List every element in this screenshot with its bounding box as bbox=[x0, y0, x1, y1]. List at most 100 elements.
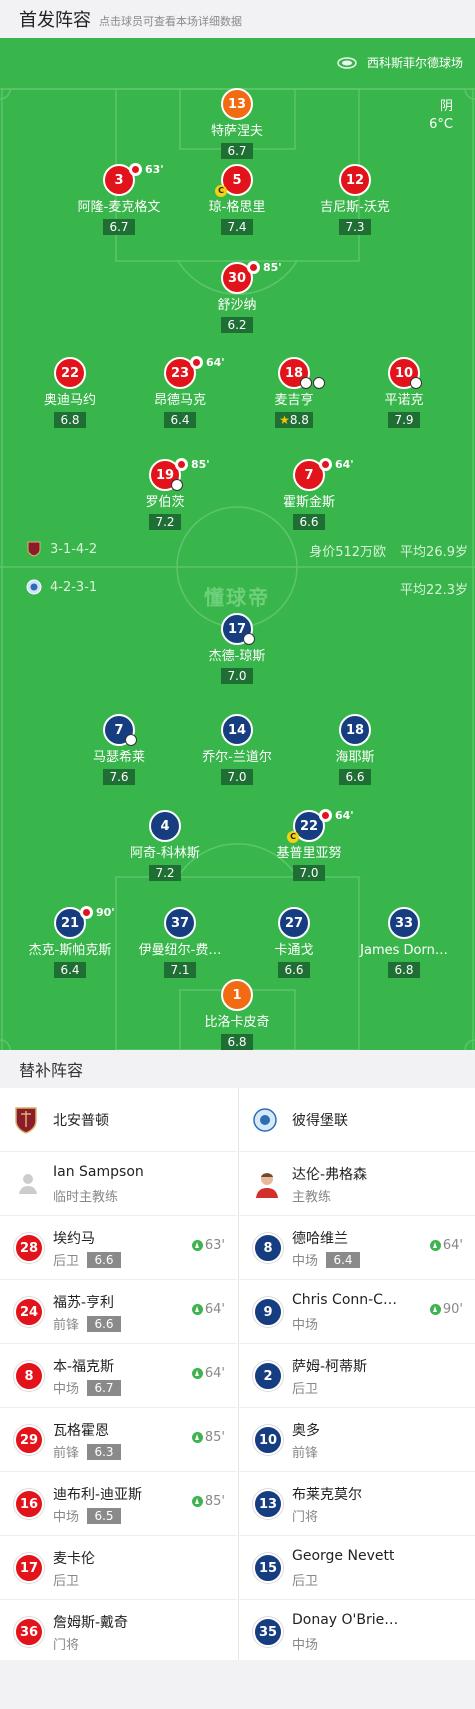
away-player-7[interactable]: 7 马瑟希莱 7.6 bbox=[59, 714, 179, 785]
player-name: 福苏-亨利 bbox=[53, 1295, 115, 1311]
away-player-18[interactable]: 18 海耶斯 6.6 bbox=[295, 714, 415, 785]
player-number-badge: 10 bbox=[253, 1425, 283, 1455]
home-player-13[interactable]: 13 特萨涅夫 6.7 bbox=[177, 88, 297, 159]
player-number-badge: 27 bbox=[278, 907, 310, 939]
away-player-37[interactable]: 37 伊曼纽尔-费… 7.1 bbox=[120, 907, 240, 978]
player-number-badge: 36 bbox=[14, 1617, 44, 1647]
home-formation: 3-1-4-2 bbox=[50, 541, 98, 557]
player-rating: 6.5 bbox=[87, 1507, 122, 1524]
away-bench-player[interactable]: 35 Donay O'Brie… 中场 bbox=[239, 1600, 475, 1664]
player-name: 特萨涅夫 bbox=[210, 124, 263, 139]
player-name: 迪布利-迪亚斯 bbox=[53, 1487, 143, 1503]
home-player-18[interactable]: 18 麦吉亨 ★8.8 bbox=[234, 357, 354, 428]
player-rating: 6.7 bbox=[103, 219, 135, 235]
away-bench: 彼得堡联 达伦-弗格森 主教练 8 德哈维兰 中场 6.4 64' 9 Chris… bbox=[238, 1088, 475, 1660]
home-bench-player[interactable]: 17 麦卡伦 后卫 bbox=[0, 1536, 237, 1600]
goal-ball-icon bbox=[125, 734, 137, 746]
home-bench-player[interactable]: 28 埃约马 后卫 6.6 63' bbox=[0, 1216, 237, 1280]
away-player-33[interactable]: 33 James Dorn… 6.8 bbox=[344, 907, 464, 978]
home-bench-player[interactable]: 36 詹姆斯-戴奇 门将 bbox=[0, 1600, 237, 1664]
away-bench-player[interactable]: 15 George Nevett 后卫 bbox=[239, 1536, 475, 1600]
player-number-badge: 18 bbox=[339, 714, 371, 746]
away-coach[interactable]: 达伦-弗格森 主教练 bbox=[239, 1152, 475, 1216]
sub-off-icon bbox=[80, 906, 93, 919]
away-player-21[interactable]: 21 90' 杰克-斯帕克斯 6.4 bbox=[10, 906, 130, 978]
player-name: 马瑟希莱 bbox=[92, 750, 145, 765]
home-bench-player[interactable]: 8 本-福克斯 中场 6.7 64' bbox=[0, 1344, 237, 1408]
home-bench-player[interactable]: 24 福苏-亨利 前锋 6.6 64' bbox=[0, 1280, 237, 1344]
player-rating: 7.9 bbox=[388, 412, 420, 428]
player-name: 詹姆斯-戴奇 bbox=[53, 1615, 129, 1631]
home-player-19[interactable]: 19 85' 罗伯茨 7.2 bbox=[105, 458, 225, 530]
player-number-badge: 37 bbox=[164, 907, 196, 939]
player-name: 比洛卡皮奇 bbox=[204, 1015, 270, 1030]
home-player-12[interactable]: 12 吉尼斯-沃克 7.3 bbox=[295, 164, 415, 235]
home-player-10[interactable]: 10 平诺克 7.9 bbox=[344, 357, 464, 428]
player-rating: 6.7 bbox=[221, 143, 253, 159]
away-formation: 4-2-3-1 bbox=[50, 579, 98, 595]
away-player-1[interactable]: 1 比洛卡皮奇 6.8 bbox=[177, 979, 297, 1050]
stadium-name: 西科斯菲尔德球场 bbox=[366, 56, 463, 70]
home-avg-age: 平均26.9岁 bbox=[400, 545, 468, 560]
home-player-7[interactable]: 7 64' 霍斯金斯 6.6 bbox=[249, 458, 369, 530]
home-bench-player[interactable]: 29 瓦格霍恩 前锋 6.3 85' bbox=[0, 1408, 237, 1472]
home-player-23[interactable]: 23 64' 昂德马克 6.4 bbox=[120, 356, 240, 428]
away-bench-player[interactable]: 2 萨姆-柯蒂斯 后卫 bbox=[239, 1344, 475, 1408]
home-player-22[interactable]: 22 奥迪马约 6.8 bbox=[10, 357, 130, 428]
player-name: 卡通戈 bbox=[274, 943, 314, 958]
player-rating: 7.0 bbox=[221, 668, 253, 684]
home-coach[interactable]: Ian Sampson 临时主教练 bbox=[0, 1152, 237, 1216]
player-name: Chris Conn-C… bbox=[292, 1292, 397, 1308]
away-player-4[interactable]: 4 阿奇-科林斯 7.2 bbox=[105, 810, 225, 881]
player-name: 埃约马 bbox=[53, 1231, 95, 1247]
home-player-3[interactable]: 3 63' 阿隆-麦克格文 6.7 bbox=[59, 163, 179, 235]
sub-on-minute: 85' bbox=[191, 1494, 225, 1509]
away-avg-age: 平均22.3岁 bbox=[400, 583, 468, 598]
away-player-27[interactable]: 27 卡通戈 6.6 bbox=[234, 907, 354, 978]
player-name: 平诺克 bbox=[384, 393, 424, 408]
sub-off-indicator: 64' bbox=[319, 809, 354, 822]
away-player-17[interactable]: 17 杰德-琼斯 7.0 bbox=[177, 613, 297, 684]
player-name: 吉尼斯-沃克 bbox=[320, 200, 390, 215]
player-number-badge: 7 64' bbox=[293, 458, 354, 491]
away-team-info: 4-2-3-1 平均22.3岁 bbox=[0, 579, 475, 601]
away-bench-team[interactable]: 彼得堡联 bbox=[239, 1088, 475, 1152]
player-number-badge: 29 bbox=[14, 1425, 44, 1455]
player-name: 海耶斯 bbox=[335, 750, 375, 765]
home-bench-team[interactable]: 北安普顿 bbox=[0, 1088, 237, 1152]
away-crest-icon bbox=[26, 579, 42, 595]
player-position: 中场 bbox=[292, 1318, 319, 1333]
player-name: 杰克-斯帕克斯 bbox=[28, 943, 112, 958]
home-bench-player[interactable]: 16 迪布利-迪亚斯 中场 6.5 85' bbox=[0, 1472, 237, 1536]
home-team-name: 北安普顿 bbox=[53, 1113, 109, 1129]
away-player-14[interactable]: 14 乔尔-兰道尔 7.0 bbox=[177, 714, 297, 785]
sub-off-icon bbox=[247, 261, 260, 274]
player-rating: 6.7 bbox=[87, 1379, 122, 1396]
player-position: 后卫 bbox=[53, 1574, 80, 1589]
sub-on-icon bbox=[429, 1240, 441, 1251]
home-player-30[interactable]: 30 85' 舒沙纳 6.2 bbox=[177, 261, 297, 333]
away-bench-player[interactable]: 13 布莱克莫尔 门将 bbox=[239, 1472, 475, 1536]
player-rating: 6.8 bbox=[54, 412, 86, 428]
player-number-badge: 23 64' bbox=[164, 356, 225, 389]
player-name: 萨姆-柯蒂斯 bbox=[292, 1359, 368, 1375]
player-name: 乔尔-兰道尔 bbox=[202, 750, 272, 765]
coach-role: 主教练 bbox=[292, 1190, 332, 1205]
away-player-22[interactable]: 22 64' C 基普里亚努 7.0 bbox=[249, 809, 369, 881]
player-name: 霍斯金斯 bbox=[282, 495, 335, 510]
player-position: 前锋 6.6 bbox=[53, 1314, 122, 1333]
home-player-5[interactable]: 5 C 琼-格思里 7.4 bbox=[177, 164, 297, 235]
player-number-badge: 7 bbox=[103, 714, 137, 746]
player-name: 阿隆-麦克格文 bbox=[77, 200, 161, 215]
away-bench-player[interactable]: 8 德哈维兰 中场 6.4 64' bbox=[239, 1216, 475, 1280]
away-bench-player[interactable]: 9 Chris Conn-C… 中场 90' bbox=[239, 1280, 475, 1344]
sub-off-icon bbox=[319, 809, 332, 822]
player-number-badge: 4 bbox=[149, 810, 181, 842]
away-bench-player[interactable]: 10 奥多 前锋 bbox=[239, 1408, 475, 1472]
player-number-badge: 9 bbox=[253, 1297, 283, 1327]
goal-ball-icon bbox=[300, 377, 312, 389]
player-name: 奥多 bbox=[292, 1423, 320, 1439]
player-number-badge: 14 bbox=[221, 714, 253, 746]
player-position: 前锋 6.3 bbox=[53, 1442, 122, 1461]
away-crest-icon bbox=[253, 1108, 277, 1132]
